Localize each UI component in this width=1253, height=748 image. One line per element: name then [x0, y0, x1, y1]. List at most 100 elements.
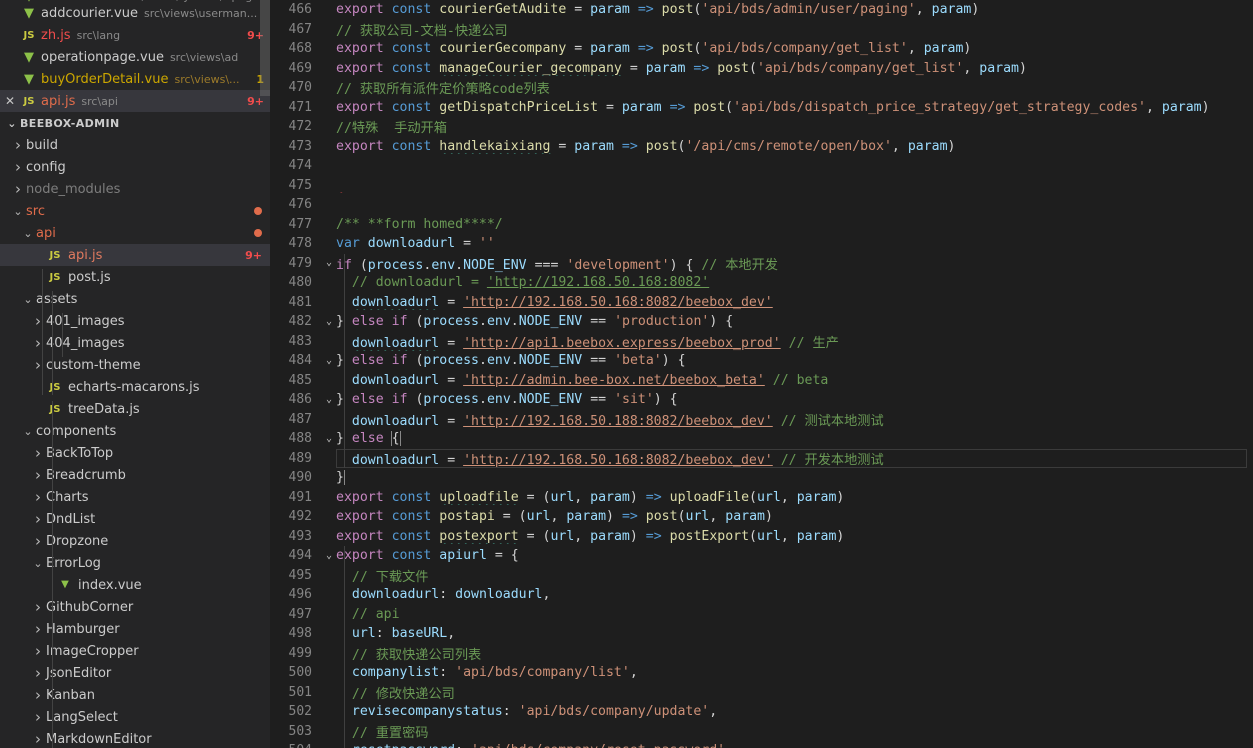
tree-item-imagecropper[interactable]: › ImageCropper: [0, 640, 270, 662]
tree-item-markdowneditor[interactable]: › MarkdownEditor: [0, 728, 270, 748]
chevron-right-icon[interactable]: ›: [10, 159, 26, 175]
code-line[interactable]: 479 ⌄if (process.env.NODE_ENV === 'develo…: [270, 254, 1253, 274]
code-line[interactable]: 485 downloadurl = 'http://admin.bee-box.…: [270, 371, 1253, 391]
tree-item-backtotop[interactable]: › BackToTop: [0, 442, 270, 464]
code-line[interactable]: 475: [270, 176, 1253, 196]
code-line[interactable]: 470 // 获取所有派件定价策略code列表: [270, 78, 1253, 98]
chevron-right-icon[interactable]: ›: [10, 181, 26, 197]
chevron-down-icon[interactable]: ⌄: [20, 228, 36, 239]
code-line[interactable]: 481 downloadurl = 'http://192.168.50.168…: [270, 293, 1253, 313]
tree-item-hamburger[interactable]: › Hamburger: [0, 618, 270, 640]
tree-item-custom-theme[interactable]: › custom-theme: [0, 354, 270, 376]
tree-item-401-images[interactable]: › 401_images: [0, 310, 270, 332]
chevron-right-icon[interactable]: ›: [30, 621, 46, 637]
code-line[interactable]: 498 url: baseURL,: [270, 624, 1253, 644]
code-line[interactable]: 466 export const courierGetAudite = para…: [270, 0, 1253, 20]
code-line[interactable]: 482 ⌄} else if (process.env.NODE_ENV == '…: [270, 312, 1253, 332]
close-icon[interactable]: ✕: [0, 94, 20, 108]
code-line[interactable]: 491 export const uploadfile = (url, para…: [270, 488, 1253, 508]
tree-item-assets[interactable]: ⌄ assets: [0, 288, 270, 310]
code-line[interactable]: 486 ⌄} else if (process.env.NODE_ENV == '…: [270, 390, 1253, 410]
chevron-right-icon[interactable]: ›: [30, 467, 46, 483]
chevron-right-icon[interactable]: ›: [30, 511, 46, 527]
code-line[interactable]: 488 ⌄} else {: [270, 429, 1253, 449]
chevron-down-icon[interactable]: ⌄: [322, 316, 336, 327]
tree-item-dropzone[interactable]: › Dropzone: [0, 530, 270, 552]
code-line[interactable]: 468 export const courierGecompany = para…: [270, 39, 1253, 59]
chevron-down-icon[interactable]: ⌄: [322, 433, 336, 444]
code-line[interactable]: 494 ⌄ export const apiurl = {: [270, 546, 1253, 566]
tree-item-node-modules[interactable]: › node_modules: [0, 178, 270, 200]
tree-item-post-js[interactable]: JS post.js: [0, 266, 270, 288]
code-line[interactable]: 469 export const manageCourier_gecompany…: [270, 59, 1253, 79]
code-line[interactable]: 492 export const postapi = (url, param) …: [270, 507, 1253, 527]
code-line[interactable]: 478 var downloadurl = '': [270, 234, 1253, 254]
chevron-down-icon[interactable]: ⌄: [10, 206, 26, 217]
code-line[interactable]: 484 ⌄} else if (process.env.NODE_ENV == '…: [270, 351, 1253, 371]
chevron-down-icon[interactable]: ⌄: [20, 294, 36, 305]
tree-item-api-js[interactable]: JS api.js 9+: [0, 244, 270, 266]
code-line[interactable]: 467 // 获取公司-文档-快递公司: [270, 20, 1253, 40]
tree-item-errorlog[interactable]: ⌄ ErrorLog: [0, 552, 270, 574]
code-line[interactable]: 495 // 下载文件: [270, 566, 1253, 586]
chevron-right-icon[interactable]: ›: [30, 489, 46, 505]
tree-item-kanban[interactable]: › Kanban: [0, 684, 270, 706]
chevron-right-icon[interactable]: ›: [30, 445, 46, 461]
tree-item-dndlist[interactable]: › DndList: [0, 508, 270, 530]
tree-item-langselect[interactable]: › LangSelect: [0, 706, 270, 728]
code-line[interactable]: 477 /** **form homed****/: [270, 215, 1253, 235]
chevron-down-icon[interactable]: ⌄: [322, 550, 336, 561]
open-editor-item[interactable]: ✕JSzh.jssrc\lang9+: [0, 24, 270, 46]
chevron-right-icon[interactable]: ›: [30, 533, 46, 549]
chevron-down-icon[interactable]: ⌄: [322, 394, 336, 405]
tree-item-echarts-macarons-js[interactable]: JS echarts-macarons.js: [0, 376, 270, 398]
code-line[interactable]: 497 // api: [270, 605, 1253, 625]
code-line[interactable]: 476: [270, 195, 1253, 215]
tree-item-breadcrumb[interactable]: › Breadcrumb: [0, 464, 270, 486]
code-line[interactable]: 496 downloadurl: downloadurl,: [270, 585, 1253, 605]
code-line[interactable]: 502 revisecompanystatus: 'api/bds/compan…: [270, 702, 1253, 722]
chevron-right-icon[interactable]: ›: [30, 665, 46, 681]
code-line[interactable]: 501 // 修改快递公司: [270, 683, 1253, 703]
code-line[interactable]: 483 downloadurl = 'http://api1.beebox.ex…: [270, 332, 1253, 352]
open-editor-item[interactable]: ✕ JS api.js src\api 9+: [0, 90, 270, 112]
code-line[interactable]: 480 // downloadurl = 'http://192.168.50.…: [270, 273, 1253, 293]
code-line[interactable]: 487 downloadurl = 'http://192.168.50.188…: [270, 410, 1253, 430]
tree-item-treedata-js[interactable]: JS treeData.js: [0, 398, 270, 420]
tree-item-config[interactable]: › config: [0, 156, 270, 178]
open-editor-item[interactable]: ✕▼addcourier.vuesrc\views\userman...: [0, 2, 270, 24]
tree-item-build[interactable]: › build: [0, 134, 270, 156]
chevron-right-icon[interactable]: ›: [30, 731, 46, 747]
open-editor-item[interactable]: ✕▼operationpage.vuesrc\views\ad: [0, 46, 270, 68]
code-line[interactable]: 474: [270, 156, 1253, 176]
tree-item-api[interactable]: ⌄ api: [0, 222, 270, 244]
chevron-right-icon[interactable]: ›: [30, 599, 46, 615]
tree-item-src[interactable]: ⌄ src: [0, 200, 270, 222]
explorer-folder-header[interactable]: ⌄ BEEBOX-ADMIN: [0, 112, 270, 134]
chevron-right-icon[interactable]: ›: [30, 357, 46, 373]
code-line[interactable]: 473 export const handlekaixiang = param …: [270, 137, 1253, 157]
chevron-right-icon[interactable]: ›: [10, 137, 26, 153]
tree-item-404-images[interactable]: › 404_images: [0, 332, 270, 354]
tree-item-charts[interactable]: › Charts: [0, 486, 270, 508]
tree-item-components[interactable]: ⌄ components: [0, 420, 270, 442]
code-editor[interactable]: 466 export const courierGetAudite = para…: [270, 0, 1253, 748]
chevron-right-icon[interactable]: ›: [30, 335, 46, 351]
code-line[interactable]: 499 // 获取快递公司列表: [270, 644, 1253, 664]
code-line[interactable]: 504 resetpassword: 'api/bds/company/rese…: [270, 741, 1253, 748]
tree-item-githubcorner[interactable]: › GithubCorner: [0, 596, 270, 618]
code-line[interactable]: 500 companylist: 'api/bds/company/list',: [270, 663, 1253, 683]
chevron-down-icon[interactable]: ⌄: [322, 355, 336, 366]
chevron-down-icon[interactable]: ⌄: [30, 558, 46, 569]
tree-item-index-vue[interactable]: ▼ index.vue: [0, 574, 270, 596]
code-line[interactable]: 503 // 重置密码: [270, 722, 1253, 742]
tree-item-jsoneditor[interactable]: › JsonEditor: [0, 662, 270, 684]
chevron-down-icon[interactable]: ⌄: [322, 258, 336, 268]
code-line[interactable]: 471 export const getDispatchPriceList = …: [270, 98, 1253, 118]
code-line[interactable]: 472 //特殊 手动开箱: [270, 117, 1253, 137]
code-line[interactable]: 493 export const postexport = (url, para…: [270, 527, 1253, 547]
open-editor-item[interactable]: ✕▼buyOrderDetail.vuesrc\views\...1: [0, 68, 270, 90]
chevron-right-icon[interactable]: ›: [30, 643, 46, 659]
chevron-right-icon[interactable]: ›: [30, 709, 46, 725]
chevron-down-icon[interactable]: ⌄: [20, 426, 36, 437]
